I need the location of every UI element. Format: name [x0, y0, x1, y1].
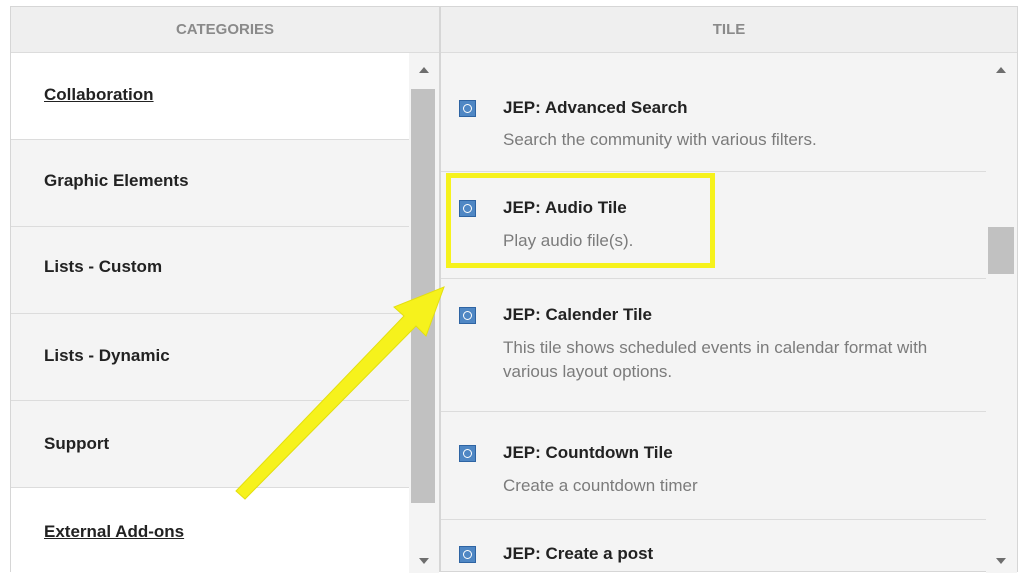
- annotation-arrow: [235, 286, 445, 500]
- tile-picker: CATEGORIES Collaboration Graphic Element…: [0, 0, 1033, 577]
